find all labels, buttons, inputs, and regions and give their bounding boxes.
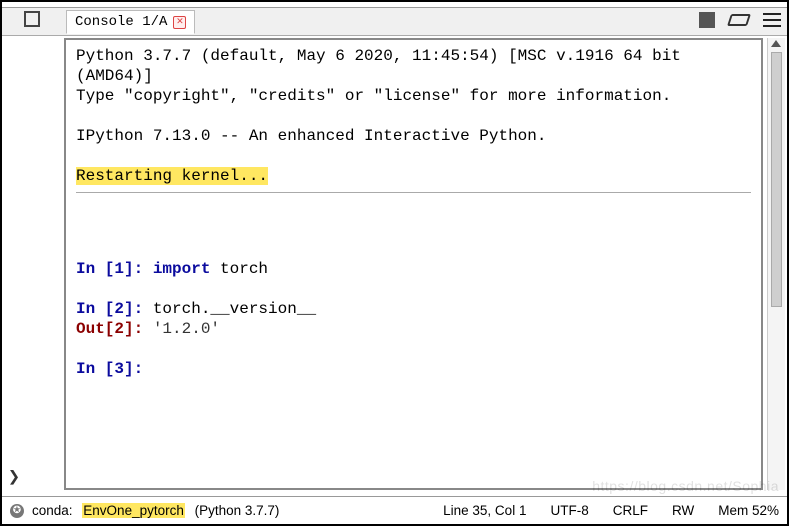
in-3[interactable]: In [3]:: [76, 359, 751, 379]
kw-import: import: [153, 260, 211, 278]
panel-icon: [24, 11, 40, 27]
out-2: Out[2]: '1.2.0': [76, 319, 751, 339]
in-prompt-1: In [1]:: [76, 260, 153, 278]
out-2-value: '1.2.0': [153, 320, 220, 338]
in-prompt-3: In [3]:: [76, 360, 143, 378]
in-prompt-2: In [2]:: [76, 300, 153, 318]
in-1-code: torch: [210, 260, 268, 278]
banner-line-1: Python 3.7.7 (default, May 6 2020, 11:45…: [76, 46, 751, 86]
status-bar: ✪ conda: EnvOne_pytorch (Python 3.7.7) L…: [2, 496, 787, 524]
memory-usage[interactable]: Mem 52%: [718, 503, 779, 518]
file-mode[interactable]: RW: [672, 503, 694, 518]
restart-kernel-highlight: Restarting kernel...: [76, 167, 268, 185]
clear-icon[interactable]: [727, 14, 751, 26]
menu-icon[interactable]: [763, 13, 781, 27]
panel-toggle-button[interactable]: [6, 11, 58, 27]
console-output[interactable]: Python 3.7.7 (default, May 6 2020, 11:45…: [64, 38, 763, 490]
tab-console-1a[interactable]: Console 1/A ✕: [66, 10, 195, 34]
in-2: In [2]: torch.__version__: [76, 299, 751, 319]
cursor-position[interactable]: Line 35, Col 1: [443, 503, 526, 518]
out-prompt-2: Out[2]:: [76, 320, 153, 338]
tab-bar: Console 1/A ✕: [2, 8, 787, 36]
banner-line-2: Type "copyright", "credits" or "license"…: [76, 86, 751, 106]
conda-env[interactable]: EnvOne_pytorch: [82, 503, 185, 518]
encoding[interactable]: UTF-8: [550, 503, 588, 518]
scroll-thumb[interactable]: [771, 52, 782, 307]
conda-label: conda:: [32, 503, 76, 518]
tab-label: Console 1/A: [75, 14, 167, 30]
tab-bar-actions: [699, 12, 781, 28]
scroll-up-icon[interactable]: [771, 40, 781, 47]
conda-icon: ✪: [10, 504, 24, 518]
separator: [76, 192, 751, 193]
in-2-code: torch.__version__: [153, 300, 316, 318]
in-1: In [1]: import torch: [76, 259, 751, 279]
eol[interactable]: CRLF: [613, 503, 648, 518]
console-wrap: Python 3.7.7 (default, May 6 2020, 11:45…: [2, 36, 787, 492]
scrollbar[interactable]: [767, 38, 785, 490]
python-version: (Python 3.7.7): [191, 503, 280, 518]
ipython-banner: IPython 7.13.0 -- An enhanced Interactiv…: [76, 126, 751, 146]
tab-close-icon[interactable]: ✕: [173, 16, 186, 29]
stop-icon[interactable]: [699, 12, 715, 28]
restart-kernel-line: Restarting kernel...: [76, 166, 751, 186]
expand-button[interactable]: ❯: [8, 464, 20, 490]
